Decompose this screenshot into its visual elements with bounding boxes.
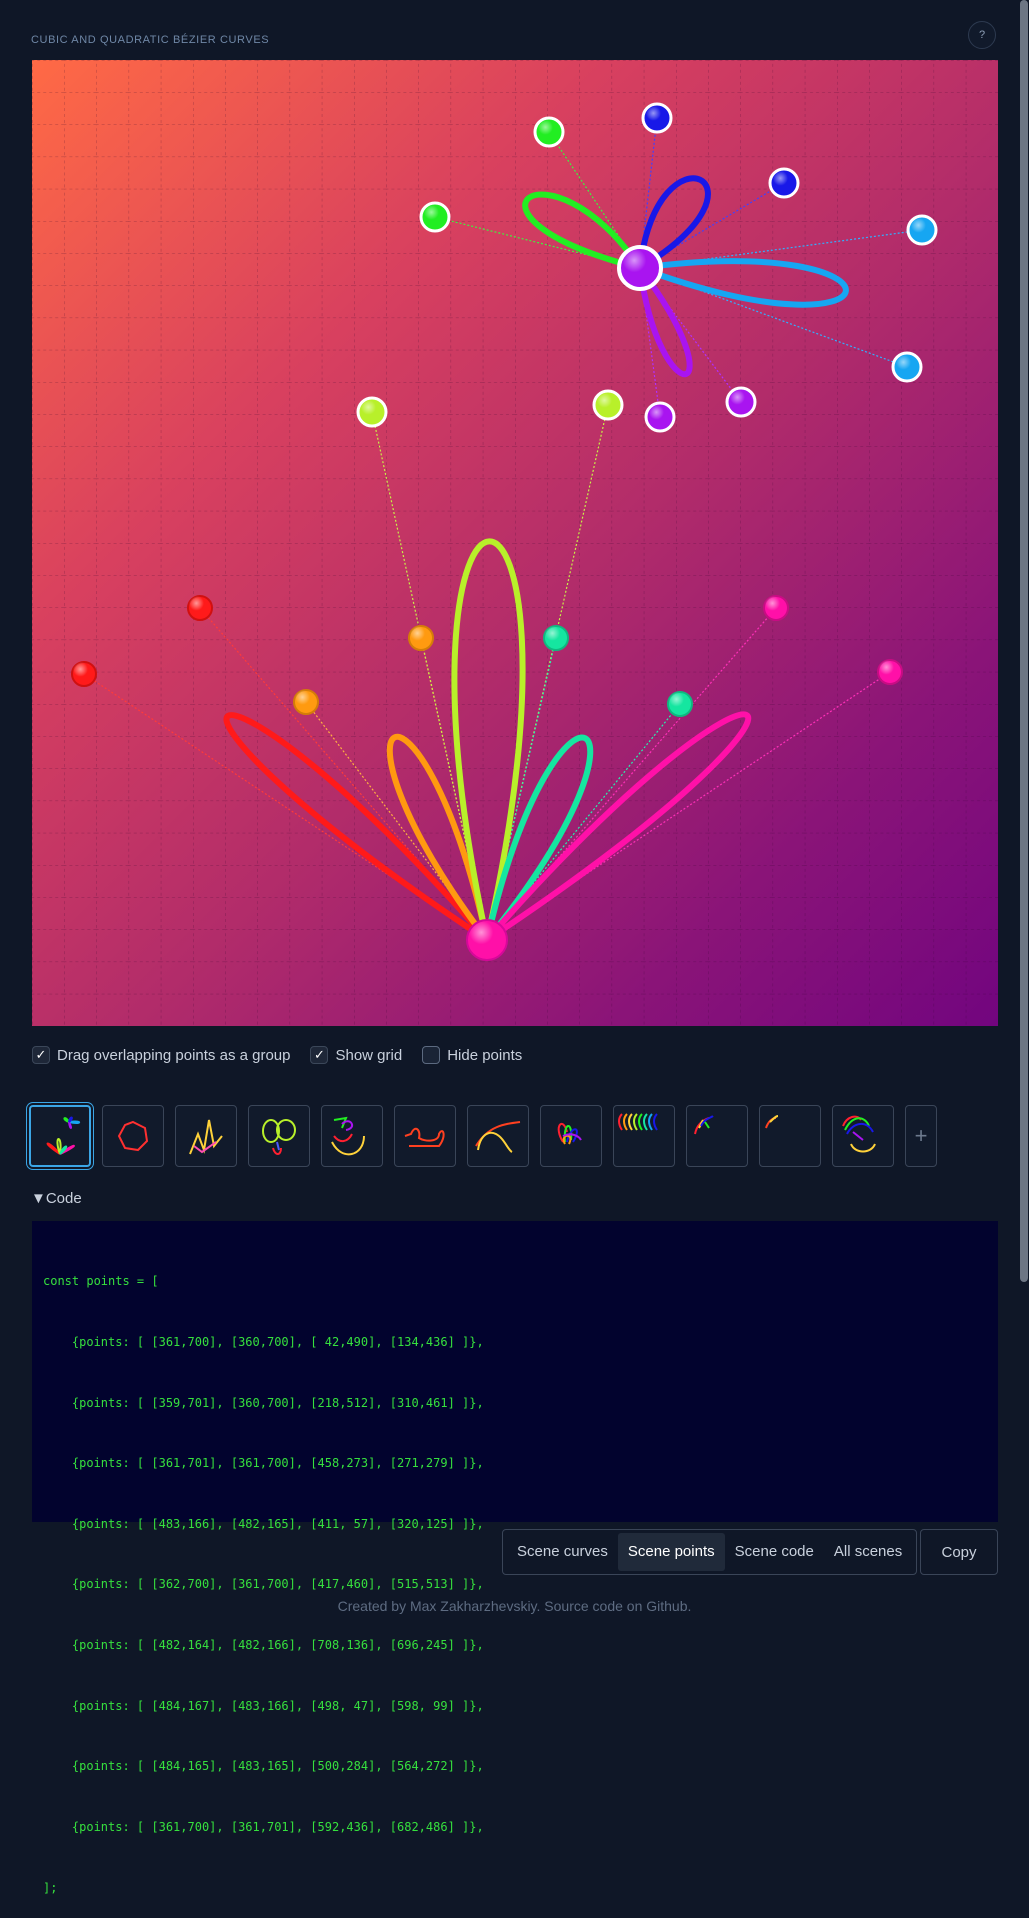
scene-selector: + bbox=[29, 1105, 937, 1167]
scene-thumbnail-7[interactable] bbox=[467, 1105, 529, 1167]
grid bbox=[32, 60, 998, 1026]
tab-scene-code[interactable]: Scene code bbox=[725, 1533, 824, 1571]
drag-group-label[interactable]: Drag overlapping points as a group bbox=[57, 1047, 290, 1064]
scene-thumbnail-6[interactable] bbox=[394, 1105, 456, 1167]
code-line: const points = [ bbox=[43, 1274, 159, 1289]
show-grid-option[interactable]: ✓ Show grid bbox=[310, 1046, 402, 1064]
footer-credit: Created by Max Zakharzhevskiy. Source co… bbox=[337, 1598, 692, 1614]
scene-thumbnail-3[interactable] bbox=[175, 1105, 237, 1167]
scene-thumbnail-4[interactable] bbox=[248, 1105, 310, 1167]
tab-scene-points[interactable]: Scene points bbox=[617, 1533, 725, 1571]
code-line: {points: [ [482,164], [482,166], [708,13… bbox=[43, 1638, 484, 1653]
code-line: {points: [ [362,700], [361,700], [417,46… bbox=[43, 1577, 484, 1592]
bezier-drawing[interactable] bbox=[32, 60, 998, 1026]
drag-group-checkbox[interactable]: ✓ bbox=[32, 1046, 50, 1064]
scene-thumbnail-8[interactable] bbox=[540, 1105, 602, 1167]
output-tabs: Scene curves Scene points Scene code All… bbox=[502, 1529, 918, 1575]
code-block[interactable]: const points = [ {points: [ [361,700], [… bbox=[32, 1221, 998, 1895]
scene-thumbnail-2[interactable] bbox=[102, 1105, 164, 1167]
page-title: CUBIC AND QUADRATIC BÉZIER CURVES bbox=[31, 34, 270, 46]
drag-group-option[interactable]: ✓ Drag overlapping points as a group bbox=[32, 1046, 290, 1064]
scene-thumbnail-12[interactable] bbox=[832, 1105, 894, 1167]
scene-thumbnail-11[interactable] bbox=[759, 1105, 821, 1167]
copy-button[interactable]: Copy bbox=[920, 1529, 998, 1575]
add-scene-button[interactable]: + bbox=[905, 1105, 937, 1167]
show-grid-checkbox[interactable]: ✓ bbox=[310, 1046, 329, 1064]
hide-points-label[interactable]: Hide points bbox=[447, 1047, 522, 1064]
tab-scene-curves[interactable]: Scene curves bbox=[507, 1533, 618, 1571]
tab-all-scenes[interactable]: All scenes bbox=[824, 1533, 912, 1571]
code-line: {points: [ [484,167], [483,166], [498, 4… bbox=[43, 1698, 484, 1713]
bezier-canvas[interactable] bbox=[32, 60, 998, 1026]
scene-thumbnail-10[interactable] bbox=[686, 1105, 748, 1167]
show-grid-label[interactable]: Show grid bbox=[335, 1047, 402, 1064]
code-line: ]; bbox=[43, 1880, 58, 1895]
code-toggle[interactable]: ▼Code bbox=[31, 1190, 82, 1207]
code-line: {points: [ [359,701], [360,700], [218,51… bbox=[43, 1395, 484, 1410]
code-line: {points: [ [361,701], [361,700], [458,27… bbox=[43, 1456, 484, 1471]
code-line: {points: [ [484,165], [483,165], [500,28… bbox=[43, 1759, 484, 1774]
scene-thumbnail-1[interactable] bbox=[29, 1105, 91, 1167]
code-line: {points: [ [361,700], [361,701], [592,43… bbox=[43, 1819, 484, 1834]
scene-thumbnail-5[interactable] bbox=[321, 1105, 383, 1167]
scrollbar-thumb[interactable] bbox=[1020, 0, 1028, 1282]
scene-thumbnail-9[interactable] bbox=[613, 1105, 675, 1167]
help-button[interactable]: ? bbox=[968, 21, 996, 49]
hide-points-option[interactable]: Hide points bbox=[422, 1046, 522, 1064]
options-bar: ✓ Drag overlapping points as a group ✓ S… bbox=[32, 1046, 542, 1064]
hide-points-checkbox[interactable] bbox=[422, 1046, 441, 1064]
code-line: {points: [ [361,700], [360,700], [ 42,49… bbox=[43, 1335, 484, 1350]
